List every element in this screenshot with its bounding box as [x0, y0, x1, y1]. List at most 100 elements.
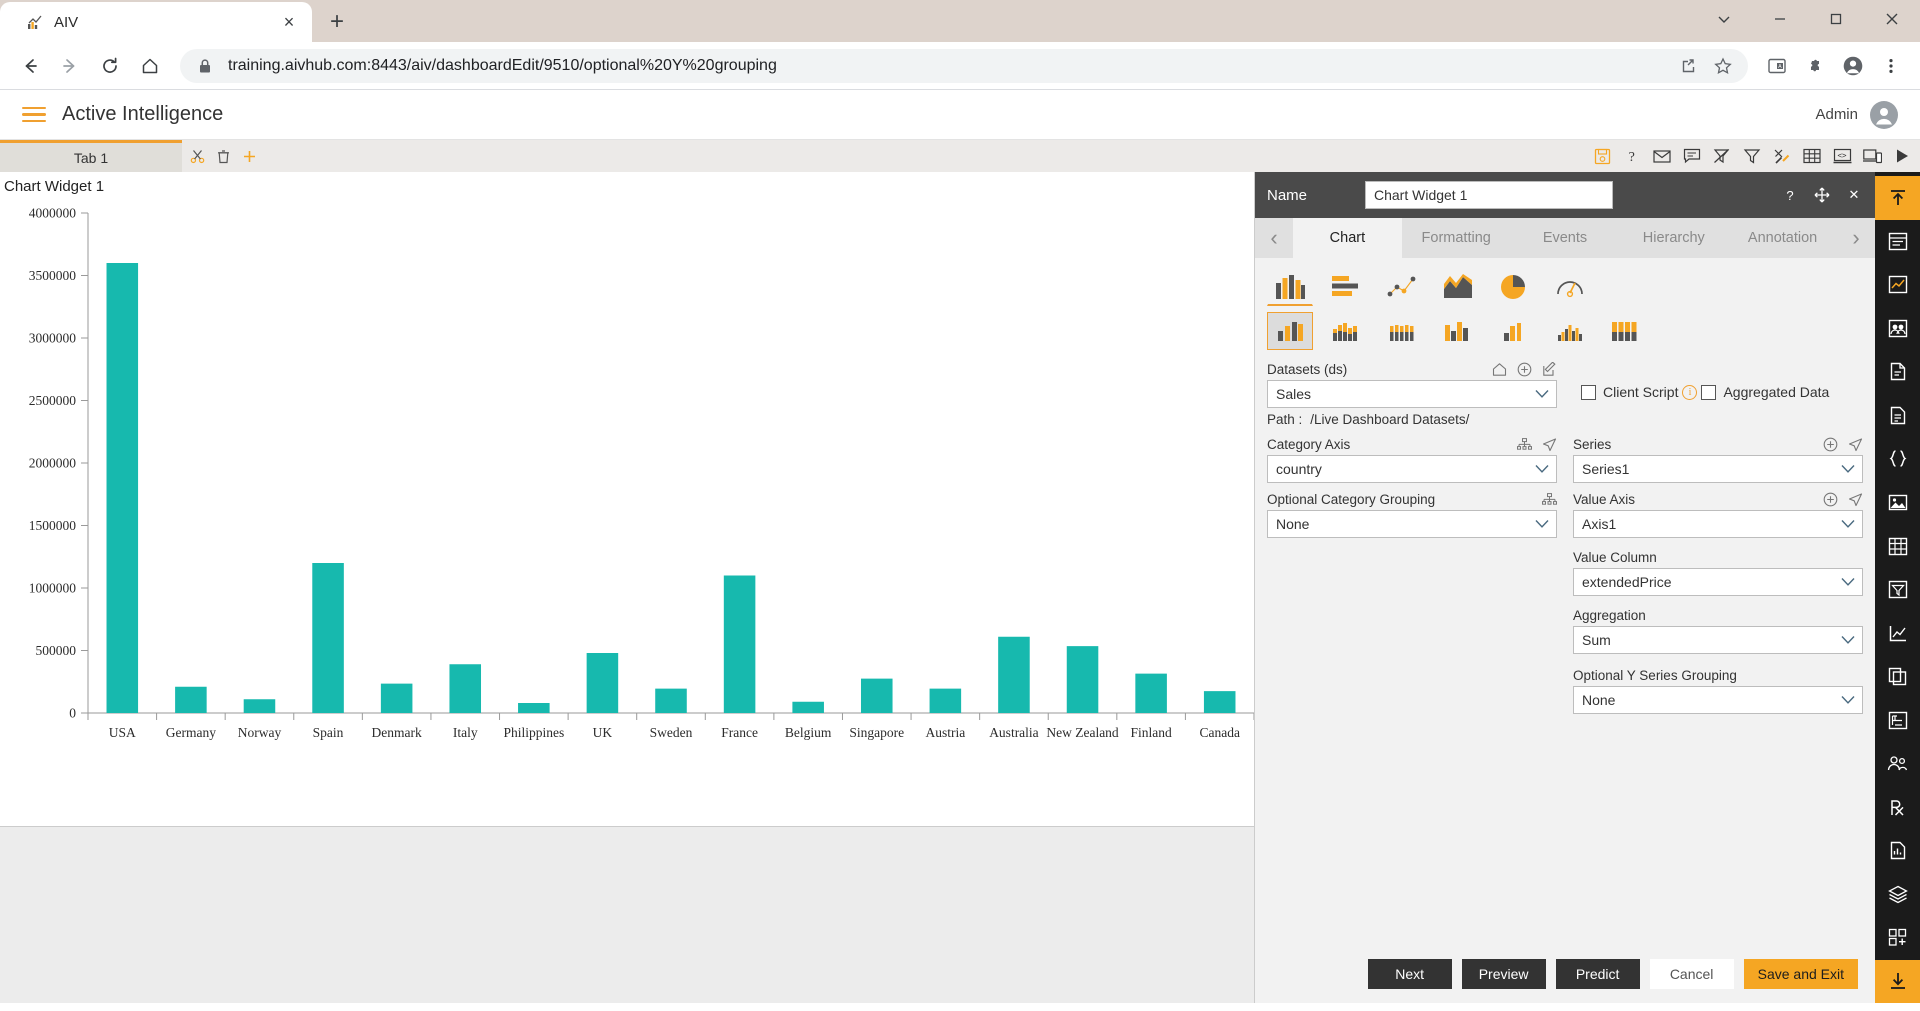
- reload-button[interactable]: [92, 48, 128, 84]
- profile-icon[interactable]: [1836, 49, 1870, 83]
- predict-button[interactable]: Predict: [1555, 959, 1640, 989]
- table-icon[interactable]: [1802, 146, 1822, 166]
- group-icon[interactable]: [1875, 307, 1920, 351]
- tools-icon[interactable]: [1772, 146, 1792, 166]
- value-axis-select[interactable]: Axis1: [1573, 510, 1863, 538]
- navigate-icon[interactable]: [1848, 492, 1863, 507]
- add-circle-icon[interactable]: [1517, 362, 1532, 377]
- tab-annotation[interactable]: Annotation: [1728, 218, 1837, 258]
- area-chart-icon[interactable]: [1435, 268, 1481, 306]
- download-icon[interactable]: [1875, 959, 1920, 1004]
- clear-filter-icon[interactable]: [1712, 146, 1732, 166]
- rx-icon[interactable]: [1875, 785, 1920, 829]
- devices-icon[interactable]: [1862, 146, 1882, 166]
- grouped-column-icon[interactable]: [1435, 312, 1481, 350]
- window-maximize-button[interactable]: [1808, 0, 1864, 38]
- bar-chart-icon[interactable]: [1323, 268, 1369, 306]
- edit-icon[interactable]: [1542, 362, 1557, 377]
- document-icon[interactable]: [1875, 350, 1920, 394]
- bookmark-star-icon[interactable]: [1712, 55, 1734, 77]
- tab-prev-button[interactable]: ‹: [1255, 218, 1293, 258]
- filter-list-icon[interactable]: [1875, 568, 1920, 612]
- comment-icon[interactable]: [1682, 146, 1702, 166]
- move-icon[interactable]: [1813, 186, 1831, 204]
- user-avatar-icon[interactable]: [1870, 100, 1898, 129]
- tab-close-icon[interactable]: ×: [276, 9, 302, 35]
- optional-y-series-grouping-select[interactable]: None: [1573, 686, 1863, 714]
- tab-formatting[interactable]: Formatting: [1401, 218, 1511, 258]
- grid-icon[interactable]: [1875, 524, 1920, 568]
- panel-icon[interactable]: [1875, 220, 1920, 264]
- client-script-checkbox[interactable]: [1581, 384, 1596, 400]
- analytics-icon[interactable]: [1875, 263, 1920, 307]
- tab-events[interactable]: Events: [1510, 218, 1620, 258]
- cancel-button[interactable]: Cancel: [1649, 959, 1734, 989]
- close-icon[interactable]: ✕: [1845, 186, 1863, 204]
- window-minimize-button[interactable]: [1752, 0, 1808, 38]
- hierarchy-icon[interactable]: [1517, 437, 1532, 452]
- tab-search-chevron-icon[interactable]: [1696, 0, 1752, 38]
- new-tab-button[interactable]: +: [320, 5, 354, 39]
- add-circle-icon[interactable]: [1823, 437, 1838, 452]
- extensions-icon[interactable]: [1798, 49, 1832, 83]
- navigate-icon[interactable]: [1542, 437, 1557, 452]
- datasets-select[interactable]: Sales: [1267, 380, 1557, 408]
- tab-hierarchy[interactable]: Hierarchy: [1619, 218, 1729, 258]
- range-column-icon[interactable]: [1603, 312, 1649, 350]
- apps-icon[interactable]: [1875, 916, 1920, 960]
- copy-icon[interactable]: [1875, 655, 1920, 699]
- scatter-chart-icon[interactable]: [1379, 268, 1425, 306]
- preview-button[interactable]: Preview: [1461, 959, 1546, 989]
- chart-line-icon[interactable]: [1875, 611, 1920, 655]
- overlapped-column-icon[interactable]: [1491, 312, 1537, 350]
- browser-menu-icon[interactable]: [1874, 49, 1908, 83]
- column-chart-icon[interactable]: [1267, 268, 1313, 306]
- collapse-up-icon[interactable]: [1875, 176, 1920, 220]
- address-bar[interactable]: training.aivhub.com:8443/aiv/dashboardEd…: [180, 48, 1748, 83]
- pie-chart-icon[interactable]: [1491, 268, 1537, 306]
- aggregated-data-checkbox[interactable]: [1701, 384, 1717, 400]
- share-icon[interactable]: [1678, 55, 1700, 77]
- widget-name-input[interactable]: [1365, 181, 1613, 209]
- help-icon[interactable]: ?: [1781, 186, 1799, 204]
- hamburger-icon[interactable]: [22, 106, 46, 123]
- file-icon[interactable]: [1875, 394, 1920, 438]
- value-column-select[interactable]: extendedPrice: [1573, 568, 1863, 596]
- optional-category-grouping-select[interactable]: None: [1267, 510, 1557, 538]
- series-select[interactable]: Series1: [1573, 455, 1863, 483]
- stacked-100-column-icon[interactable]: [1379, 312, 1425, 350]
- braces-icon[interactable]: [1875, 437, 1920, 481]
- next-button[interactable]: Next: [1367, 959, 1452, 989]
- aggregation-select[interactable]: Sum: [1573, 626, 1863, 654]
- add-circle-icon[interactable]: [1823, 492, 1838, 507]
- delete-icon[interactable]: [212, 143, 234, 169]
- forward-button[interactable]: [52, 48, 88, 84]
- home-button[interactable]: [132, 48, 168, 84]
- folder-tree-icon[interactable]: [1875, 698, 1920, 742]
- report-icon[interactable]: [1875, 829, 1920, 873]
- users-icon[interactable]: [1875, 742, 1920, 786]
- cut-icon[interactable]: [186, 143, 208, 169]
- dashboard-tab-1[interactable]: Tab 1: [0, 140, 182, 172]
- category-axis-select[interactable]: country: [1267, 455, 1557, 483]
- gauge-chart-icon[interactable]: [1547, 268, 1593, 306]
- mail-icon[interactable]: [1652, 146, 1672, 166]
- hierarchy-icon[interactable]: [1542, 492, 1557, 507]
- add-icon[interactable]: [238, 143, 260, 169]
- tab-chart[interactable]: Chart: [1293, 218, 1402, 258]
- multi-series-column-icon[interactable]: [1547, 312, 1593, 350]
- window-close-button[interactable]: [1864, 0, 1920, 38]
- code-icon[interactable]: <>: [1832, 146, 1852, 166]
- home-icon[interactable]: [1492, 362, 1507, 377]
- image-icon[interactable]: [1875, 481, 1920, 525]
- tab-next-button[interactable]: ›: [1836, 218, 1875, 258]
- browser-tab[interactable]: AIV ×: [0, 2, 312, 42]
- layers-icon[interactable]: [1875, 873, 1920, 917]
- navigate-icon[interactable]: [1848, 437, 1863, 452]
- help-icon[interactable]: ?: [1622, 146, 1642, 166]
- back-button[interactable]: [12, 48, 48, 84]
- play-icon[interactable]: [1892, 146, 1912, 166]
- bar-chart[interactable]: 0 500000 1000000 1500000 2000000 2500000 30000…: [0, 195, 1254, 815]
- filter-icon[interactable]: [1742, 146, 1762, 166]
- stacked-column-icon[interactable]: [1323, 312, 1369, 350]
